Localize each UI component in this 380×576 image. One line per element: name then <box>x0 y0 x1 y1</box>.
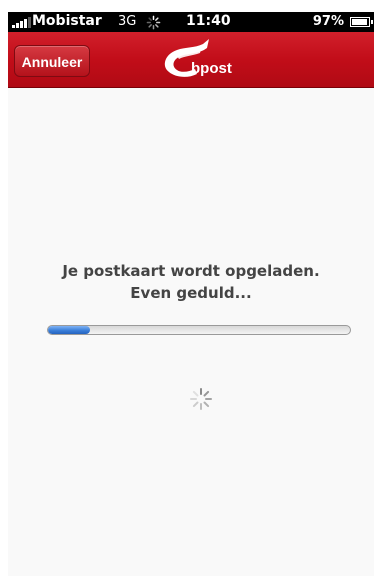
upload-message-line2: Even geduld... <box>130 284 252 302</box>
network-type: 3G <box>118 14 137 29</box>
carrier-name: Mobistar <box>32 13 102 29</box>
network-activity-icon <box>146 15 161 30</box>
navigation-bar: Annuleer bpost <box>8 32 374 88</box>
phone-screen: Mobistar 3G 11:40 97% Annuleer bpost Je … <box>0 0 380 576</box>
upload-message-line1: Je postkaart wordt opgeladen. <box>62 262 320 280</box>
signal-strength-icon <box>12 17 31 28</box>
activity-spinner-icon <box>190 388 212 410</box>
battery-percentage: 97% <box>312 14 344 29</box>
clock: 11:40 <box>186 13 231 29</box>
brand-name: bpost <box>191 60 232 77</box>
upload-message: Je postkaart wordt opgeladen. Even gedul… <box>8 260 374 304</box>
battery-level <box>352 19 368 25</box>
upload-screen: Je postkaart wordt opgeladen. Even gedul… <box>8 88 374 576</box>
status-bar: Mobistar 3G 11:40 97% <box>8 12 374 32</box>
upload-progress-bar <box>47 325 351 335</box>
cancel-button[interactable]: Annuleer <box>14 45 90 77</box>
bpost-logo: bpost <box>155 36 255 84</box>
battery-nub <box>371 20 373 24</box>
upload-progress-fill <box>48 326 91 334</box>
battery-icon <box>350 17 373 27</box>
